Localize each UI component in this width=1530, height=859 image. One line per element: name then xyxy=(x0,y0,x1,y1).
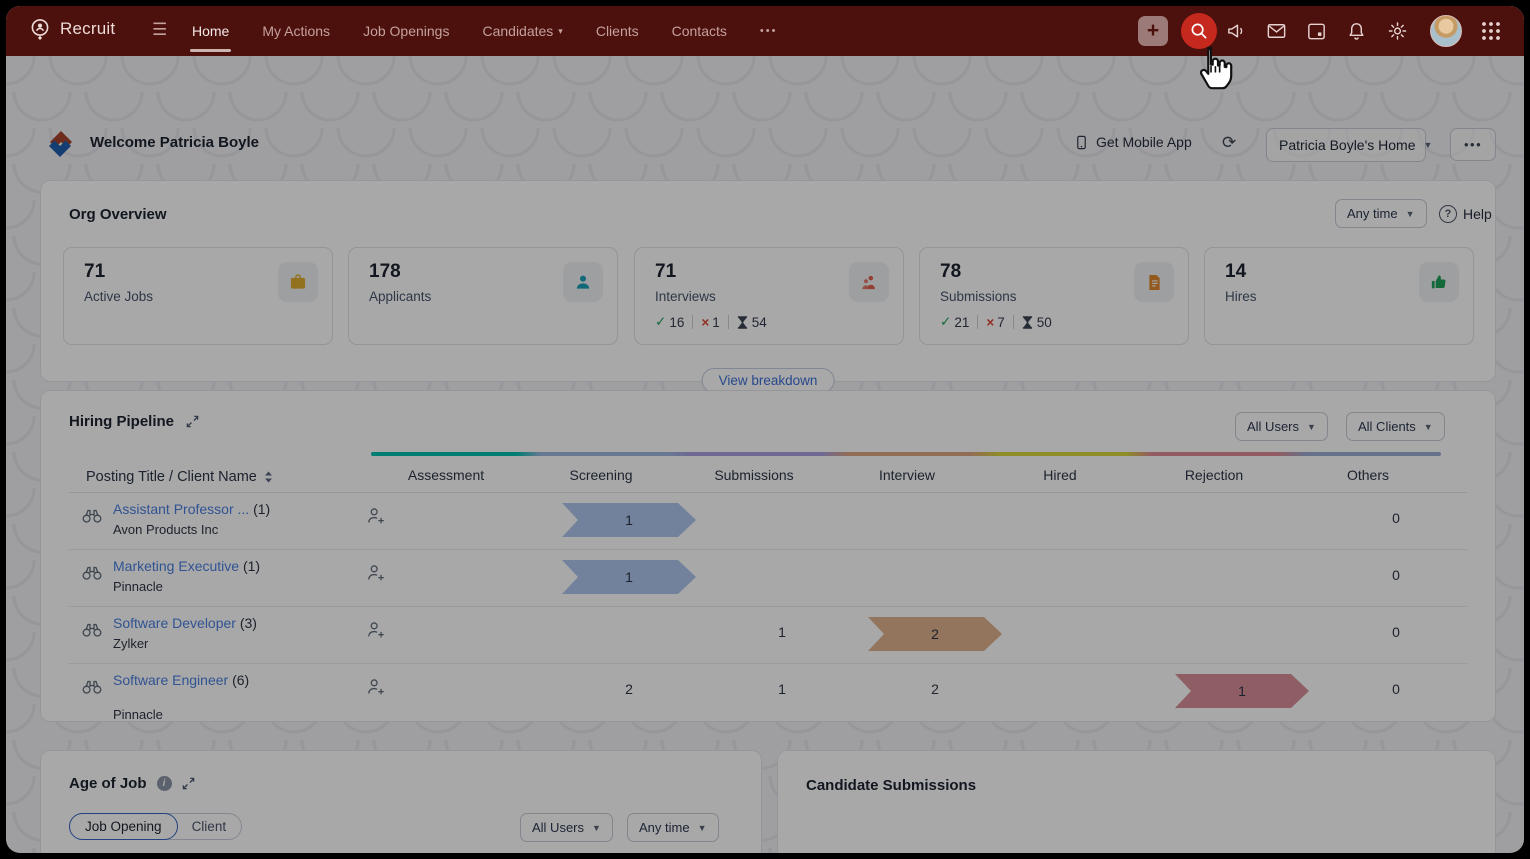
nav-tab-candidates[interactable]: Candidates ▾ xyxy=(482,6,562,56)
search-button[interactable] xyxy=(1181,13,1217,49)
chevron-down-icon: ▾ xyxy=(558,25,563,36)
app-window: Recruit ☰ Home My Actions Job Openings C… xyxy=(6,6,1524,853)
apps-grid-button[interactable] xyxy=(1480,20,1502,42)
nav-tab-job-openings[interactable]: Job Openings xyxy=(363,6,449,56)
recruit-brand-icon xyxy=(31,19,49,40)
megaphone-icon xyxy=(1228,24,1243,38)
nav-tab-my-actions[interactable]: My Actions xyxy=(262,6,330,56)
nav-tab-home[interactable]: Home xyxy=(189,6,232,56)
dim-overlay xyxy=(6,56,1524,853)
quick-add-button[interactable]: + xyxy=(1138,16,1168,46)
hamburger-menu-icon[interactable]: ☰ xyxy=(152,20,167,40)
top-navigation-bar: Recruit ☰ Home My Actions Job Openings C… xyxy=(6,6,1524,56)
primary-nav: Home My Actions Job Openings Candidates ▾… xyxy=(189,6,778,56)
brand-name: Recruit xyxy=(60,19,116,38)
search-icon xyxy=(1191,23,1207,39)
mail-button[interactable] xyxy=(1265,20,1288,43)
notifications-button[interactable] xyxy=(1345,20,1368,43)
nav-tab-clients[interactable]: Clients xyxy=(596,6,639,56)
gear-icon xyxy=(1388,22,1407,40)
user-avatar[interactable] xyxy=(1430,15,1462,47)
calendar-button[interactable] xyxy=(1305,20,1328,43)
settings-button[interactable] xyxy=(1386,20,1409,43)
nav-tab-contacts[interactable]: Contacts xyxy=(672,6,727,56)
nav-more-button[interactable]: ••• xyxy=(760,6,778,56)
apps-grid-icon xyxy=(1482,22,1500,40)
calendar-icon xyxy=(1308,23,1325,40)
bell-icon xyxy=(1349,23,1364,40)
recruit-logo[interactable]: Recruit xyxy=(28,17,115,41)
announcement-button[interactable] xyxy=(1225,20,1248,43)
mail-icon xyxy=(1267,24,1286,38)
